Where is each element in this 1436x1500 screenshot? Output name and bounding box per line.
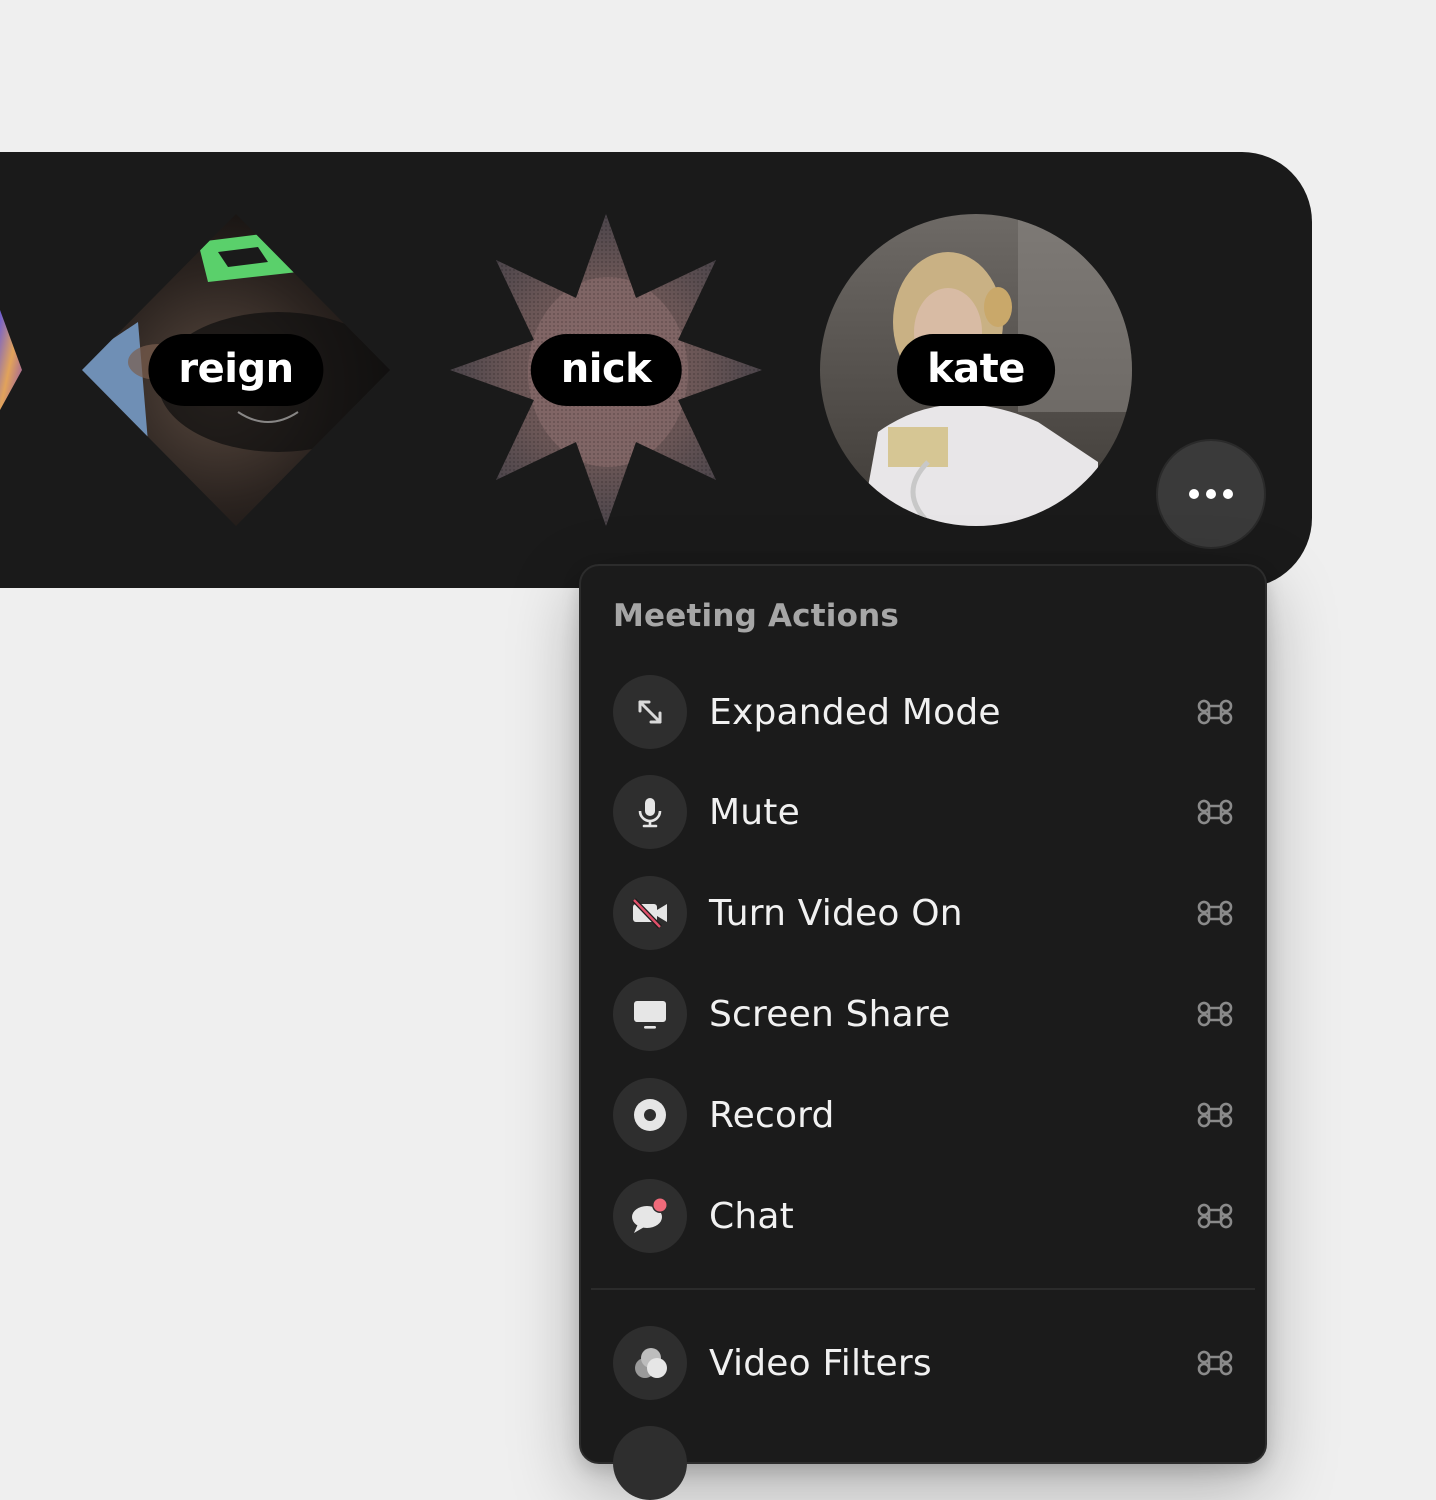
menu-item-label: Screen Share [709,993,951,1035]
menu-item-screen-share[interactable]: Screen Share [613,976,1235,1052]
participant-name-kate: kate [897,334,1055,406]
participant-name-reign: reign [148,334,324,406]
menu-item-label: Mute [709,791,800,833]
menu-item-video-filters[interactable]: Video Filters [613,1325,1235,1401]
menu-item-label: Expanded Mode [709,691,1001,733]
command-key-icon [1197,1350,1233,1376]
menu-item-record[interactable]: Record [613,1077,1235,1153]
command-key-icon [1197,699,1233,725]
menu-item-mute[interactable]: Mute [613,774,1235,850]
menu-item-label: Chat [709,1195,794,1237]
participant-tile-reign[interactable]: reign [78,212,394,528]
menu-item-expanded-mode[interactable]: Expanded Mode [613,674,1235,750]
participant-tile-kate[interactable]: kate [818,212,1134,528]
video-filters-icon [613,1326,687,1400]
command-key-icon [1197,799,1233,825]
menu-item-partial[interactable] [613,1426,687,1500]
menu-item-label: Video Filters [709,1342,932,1384]
menu-item-label: Record [709,1094,835,1136]
menu-item-turn-video-on[interactable]: Turn Video On [613,875,1235,951]
monitor-icon [613,977,687,1051]
menu-item-label: Turn Video On [709,892,963,934]
record-icon [613,1078,687,1152]
microphone-icon [613,775,687,849]
expand-icon [613,675,687,749]
video-off-icon [613,876,687,950]
menu-item-chat[interactable]: Chat [613,1178,1235,1254]
command-key-icon [1197,900,1233,926]
more-options-button[interactable] [1156,439,1266,549]
participant-tile-nick[interactable]: nick [448,212,764,528]
menu-title: Meeting Actions [613,598,900,634]
participant-name-nick: nick [530,334,682,406]
participant-video-partial [0,310,22,410]
command-key-icon [1197,1203,1233,1229]
meeting-actions-menu: Meeting Actions Expanded Mode Mute Turn … [579,564,1267,1500]
command-key-icon [1197,1001,1233,1027]
menu-divider [591,1288,1255,1290]
command-key-icon [1197,1102,1233,1128]
participant-tile-partial[interactable] [0,300,30,420]
more-horizontal-icon [1189,489,1233,499]
chat-icon [613,1179,687,1253]
